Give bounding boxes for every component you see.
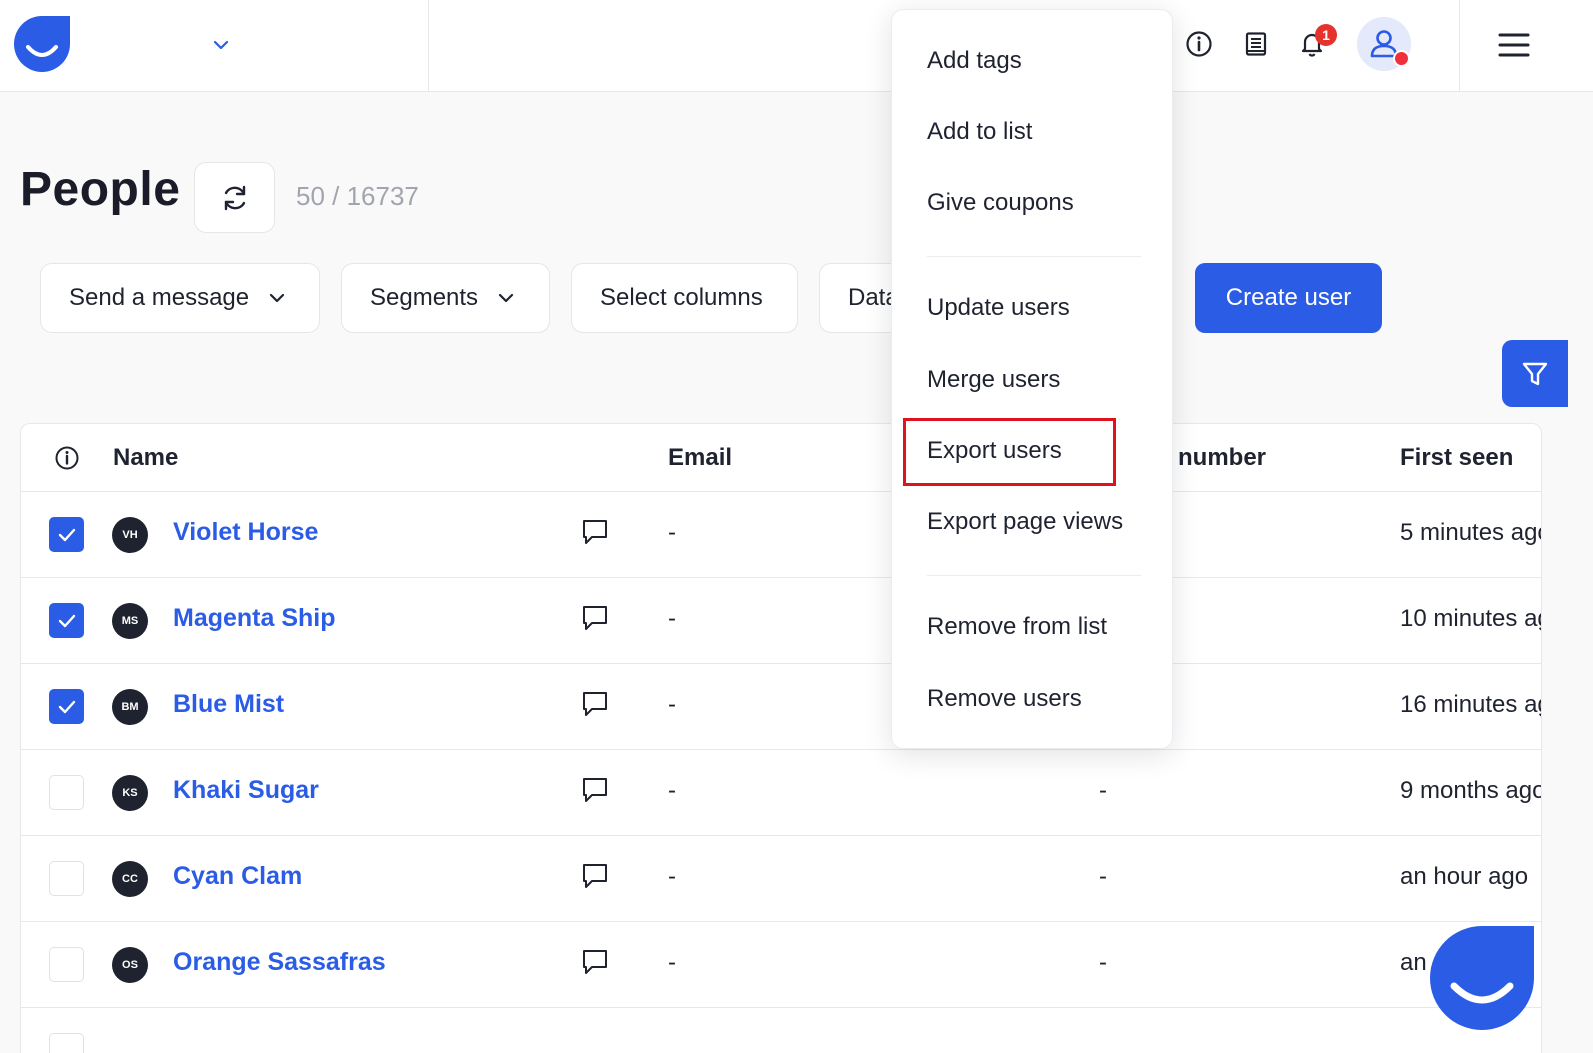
row-checkbox[interactable]: [49, 775, 84, 810]
check-icon: [58, 528, 75, 541]
email-cell: -: [668, 605, 676, 632]
menu-item-merge-users[interactable]: Merge users: [927, 366, 1060, 394]
email-cell: -: [668, 949, 676, 976]
avatar: VH: [112, 517, 148, 553]
table-row[interactable]: KS Khaki Sugar - - 9 months ago: [21, 750, 1542, 836]
row-checkbox[interactable]: [49, 689, 84, 724]
top-bar: 1: [0, 0, 1593, 92]
email-cell: -: [668, 863, 676, 890]
highlight-box: [903, 418, 1116, 486]
menu-item-add-to-list[interactable]: Add to list: [927, 118, 1032, 146]
row-checkbox[interactable]: [49, 861, 84, 896]
first-seen-cell: 9 months ago: [1400, 777, 1542, 804]
phone-cell: -: [1099, 777, 1107, 804]
column-header-phone[interactable]: number: [1178, 444, 1266, 472]
avatar: CC: [112, 861, 148, 897]
row-checkbox[interactable]: [49, 603, 84, 638]
segments-label: Segments: [370, 284, 479, 311]
menu-divider: [927, 256, 1141, 257]
segments-button[interactable]: Segments: [341, 263, 550, 333]
chat-icon[interactable]: [580, 947, 610, 977]
email-cell: -: [668, 519, 676, 546]
column-header-email[interactable]: Email: [668, 444, 732, 472]
send-message-button[interactable]: Send a message: [40, 263, 320, 333]
chat-icon[interactable]: [580, 861, 610, 891]
hamburger-icon[interactable]: [1497, 28, 1531, 62]
chat-icon[interactable]: [580, 517, 610, 547]
phone-cell: -: [1099, 863, 1107, 890]
chevron-down-icon: [498, 293, 514, 303]
help-chat-icon[interactable]: [1428, 924, 1536, 1032]
logo-icon[interactable]: [14, 16, 70, 72]
table-row[interactable]: MS Magenta Ship - 10 minutes ago: [21, 578, 1541, 664]
menu-item-remove-from-list[interactable]: Remove from list: [927, 613, 1107, 641]
menu-item-give-coupons[interactable]: Give coupons: [927, 189, 1074, 217]
chat-icon[interactable]: [580, 603, 610, 633]
topbar-divider: [1459, 0, 1460, 92]
chevron-down-icon: [270, 293, 285, 303]
avatar: MS: [112, 603, 148, 639]
chat-icon[interactable]: [580, 689, 610, 719]
chat-icon[interactable]: [580, 775, 610, 805]
first-seen-cell: 5 minutes ago: [1400, 519, 1542, 546]
avatar: BM: [112, 689, 148, 725]
check-icon: [58, 700, 75, 713]
page-title: People: [20, 163, 181, 216]
phone-cell: -: [1099, 949, 1107, 976]
check-icon: [58, 614, 75, 627]
first-seen-cell: 16 minutes ago: [1400, 691, 1541, 718]
info-icon[interactable]: [1182, 27, 1216, 61]
table-row[interactable]: [21, 1008, 1541, 1053]
book-icon[interactable]: [1239, 27, 1273, 61]
avatar: OS: [112, 947, 148, 983]
row-checkbox[interactable]: [49, 517, 84, 552]
first-seen-cell: 10 minutes ago: [1400, 605, 1541, 632]
table-row[interactable]: OS Orange Sassafras - - an: [21, 922, 1541, 1008]
select-columns-button[interactable]: Select columns: [571, 263, 798, 333]
menu-item-remove-users[interactable]: Remove users: [927, 685, 1082, 713]
create-user-button[interactable]: Create user: [1195, 263, 1382, 333]
first-seen-cell: an hour ago: [1400, 863, 1529, 890]
menu-divider: [927, 575, 1141, 576]
menu-item-update-users[interactable]: Update users: [927, 294, 1070, 322]
user-name-link[interactable]: Violet Horse: [173, 518, 318, 547]
user-name-link[interactable]: Khaki Sugar: [173, 776, 319, 805]
row-checkbox[interactable]: [49, 947, 84, 982]
column-header-name[interactable]: Name: [113, 444, 178, 472]
people-table: Name Email number First seen VH Violet H…: [20, 423, 1542, 1053]
avatar: KS: [112, 775, 148, 811]
table-header: Name Email number First seen: [21, 424, 1541, 492]
refresh-button[interactable]: [194, 162, 275, 233]
menu-item-export-page-views[interactable]: Export page views: [927, 508, 1123, 536]
filter-icon: [1522, 362, 1548, 385]
user-name-link[interactable]: Magenta Ship: [173, 604, 336, 633]
first-seen-cell: an: [1400, 949, 1427, 976]
workspace-chevron-down-icon[interactable]: [209, 33, 233, 57]
user-name-link[interactable]: Cyan Clam: [173, 862, 302, 891]
row-checkbox[interactable]: [49, 1033, 84, 1053]
send-message-label: Send a message: [69, 284, 250, 311]
select-columns-label: Select columns: [600, 284, 763, 311]
table-row[interactable]: VH Violet Horse - 5 minutes ago: [21, 492, 1542, 578]
email-cell: -: [668, 691, 676, 718]
topbar-divider: [428, 0, 429, 92]
refresh-icon: [224, 185, 245, 210]
status-dot: [1393, 50, 1410, 67]
menu-item-add-tags[interactable]: Add tags: [927, 47, 1022, 75]
notification-badge: 1: [1315, 24, 1337, 46]
filter-button[interactable]: [1502, 340, 1568, 407]
email-cell: -: [668, 777, 676, 804]
user-name-link[interactable]: Blue Mist: [173, 690, 284, 719]
people-count: 50 / 16737: [296, 181, 419, 211]
table-row[interactable]: BM Blue Mist - 16 minutes ago: [21, 664, 1541, 750]
bulk-actions-menu: Add tags Add to list Give coupons Update…: [891, 9, 1173, 749]
info-icon[interactable]: [54, 445, 80, 471]
user-name-link[interactable]: Orange Sassafras: [173, 948, 386, 977]
table-row[interactable]: CC Cyan Clam - - an hour ago: [21, 836, 1541, 922]
column-header-first-seen[interactable]: First seen: [1400, 444, 1513, 472]
